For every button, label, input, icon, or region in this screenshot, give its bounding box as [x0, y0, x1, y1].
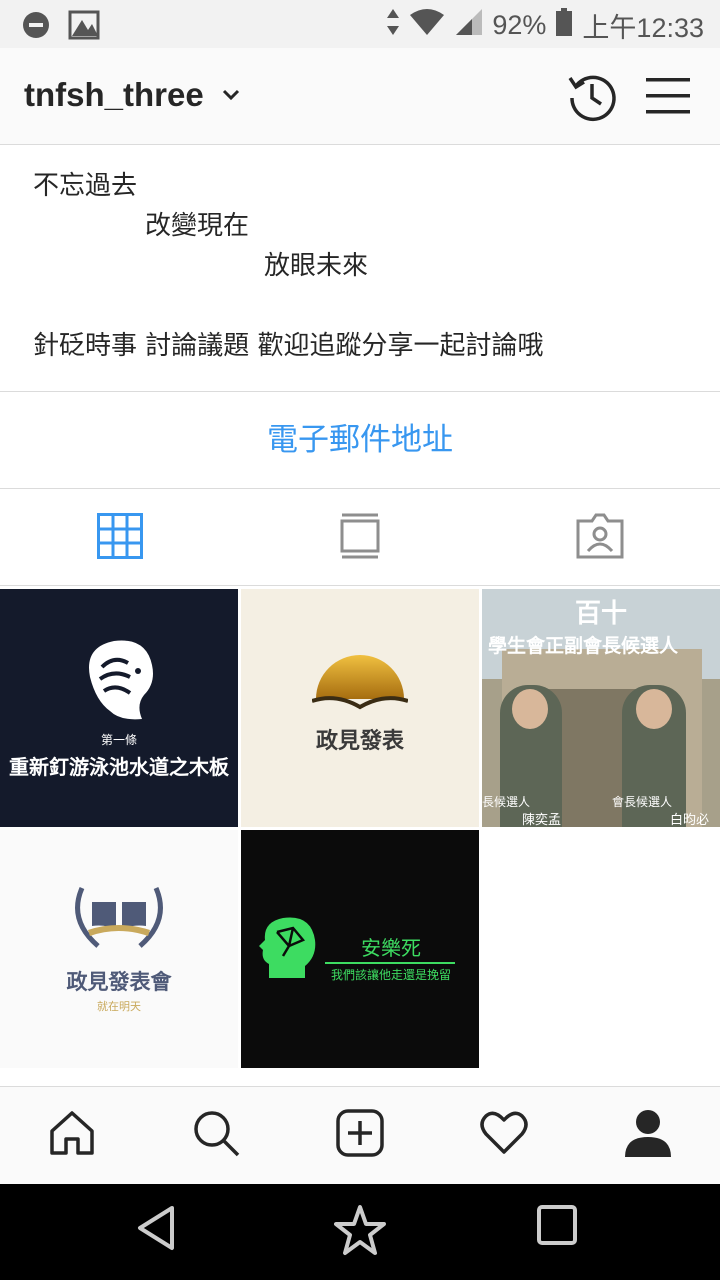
nav-new-post[interactable]	[332, 1107, 388, 1163]
username[interactable]: tnfsh_three	[24, 76, 204, 114]
post4-subtitle: 就在明天	[97, 1000, 141, 1013]
bottom-nav	[0, 1086, 720, 1185]
post1-title: 重新釘游泳池水道之木板	[9, 755, 229, 779]
home-icon	[48, 1109, 96, 1161]
signal-icon	[454, 9, 483, 42]
search-icon	[192, 1109, 240, 1161]
nav-search[interactable]	[188, 1107, 244, 1163]
bio-description: 針砭時事 討論議題 歡迎追蹤分享一起討論哦	[33, 331, 544, 361]
post3-left-role: 長候選人	[482, 795, 531, 809]
post-tile-3[interactable]: 百十 學生會正副會長候選人 長候選人 陳奕孟 會長候選人 白昀必	[482, 589, 720, 827]
post1-small-label: 第一條	[100, 733, 137, 747]
nav-home[interactable]	[44, 1107, 100, 1163]
post-tile-2[interactable]: 政見發表	[241, 589, 479, 827]
data-arrows-icon	[386, 9, 400, 42]
tagged-person-icon	[576, 513, 624, 563]
divider	[0, 488, 720, 489]
back-icon[interactable]	[136, 1204, 176, 1256]
profile-bio: 不忘過去 改變現在 放眼未來 針砭時事 討論議題 歡迎追蹤分享一起討論哦	[0, 145, 720, 391]
menu-icon[interactable]	[646, 76, 690, 120]
post3-number: 百十	[574, 599, 627, 629]
post5-subtitle: 我們該讓他走還是挽留	[330, 968, 451, 982]
nav-activity[interactable]	[476, 1107, 532, 1163]
tab-tagged[interactable]	[480, 490, 720, 586]
candidate-right-face	[636, 689, 672, 729]
post4-title: 政見發表會	[66, 970, 172, 994]
bio-line-2: 改變現在	[145, 211, 250, 241]
sunrise-book-icon	[311, 649, 409, 715]
tab-grid[interactable]	[0, 490, 240, 586]
dnd-icon	[22, 11, 50, 43]
heart-icon	[480, 1110, 528, 1160]
post-tile-4[interactable]: 政見發表會 就在明天	[0, 830, 238, 1068]
image-notification-icon	[68, 10, 100, 44]
post-tile-1[interactable]: 第一條 重新釘游泳池水道之木板	[0, 589, 238, 827]
bio-line-3: 放眼未來	[264, 251, 369, 281]
post3-left-name: 陳奕孟	[522, 813, 562, 827]
post5-title: 安樂死	[361, 936, 421, 960]
battery-percent: 92%	[492, 10, 547, 40]
add-post-icon	[336, 1109, 384, 1161]
brain-head-icon	[259, 916, 319, 986]
system-nav-bar	[0, 1184, 720, 1280]
chevron-down-icon[interactable]	[222, 86, 240, 105]
wifi-icon	[410, 9, 445, 42]
profile-icon	[625, 1109, 671, 1161]
star-home-icon[interactable]	[334, 1204, 386, 1260]
clock: 上午12:33	[582, 13, 704, 43]
history-icon[interactable]	[566, 70, 618, 126]
lion-logo-icon	[80, 637, 158, 727]
recents-icon[interactable]	[536, 1204, 578, 1250]
post5-underline	[325, 962, 455, 964]
battery-icon	[556, 8, 573, 43]
post3-right-name: 白昀必	[670, 813, 710, 827]
nav-profile[interactable]	[620, 1107, 676, 1163]
post3-title: 學生會正副會長候選人	[488, 635, 679, 657]
status-bar: 92% 上午12:33	[0, 0, 720, 48]
candidate-left-face	[512, 689, 548, 729]
email-button[interactable]: 電子郵件地址	[0, 392, 720, 488]
post3-right-role: 會長候選人	[612, 795, 673, 809]
feed-icon	[340, 512, 380, 564]
bio-line-1: 不忘過去	[33, 171, 138, 201]
grid-icon	[97, 513, 143, 563]
post-tile-5[interactable]: 安樂死 我們該讓他走還是挽留	[241, 830, 479, 1068]
tab-feed[interactable]	[240, 490, 480, 586]
app-header: tnfsh_three	[0, 48, 720, 145]
divider	[0, 585, 720, 586]
post2-title: 政見發表	[315, 729, 404, 754]
laurel-book-icon	[68, 880, 170, 960]
